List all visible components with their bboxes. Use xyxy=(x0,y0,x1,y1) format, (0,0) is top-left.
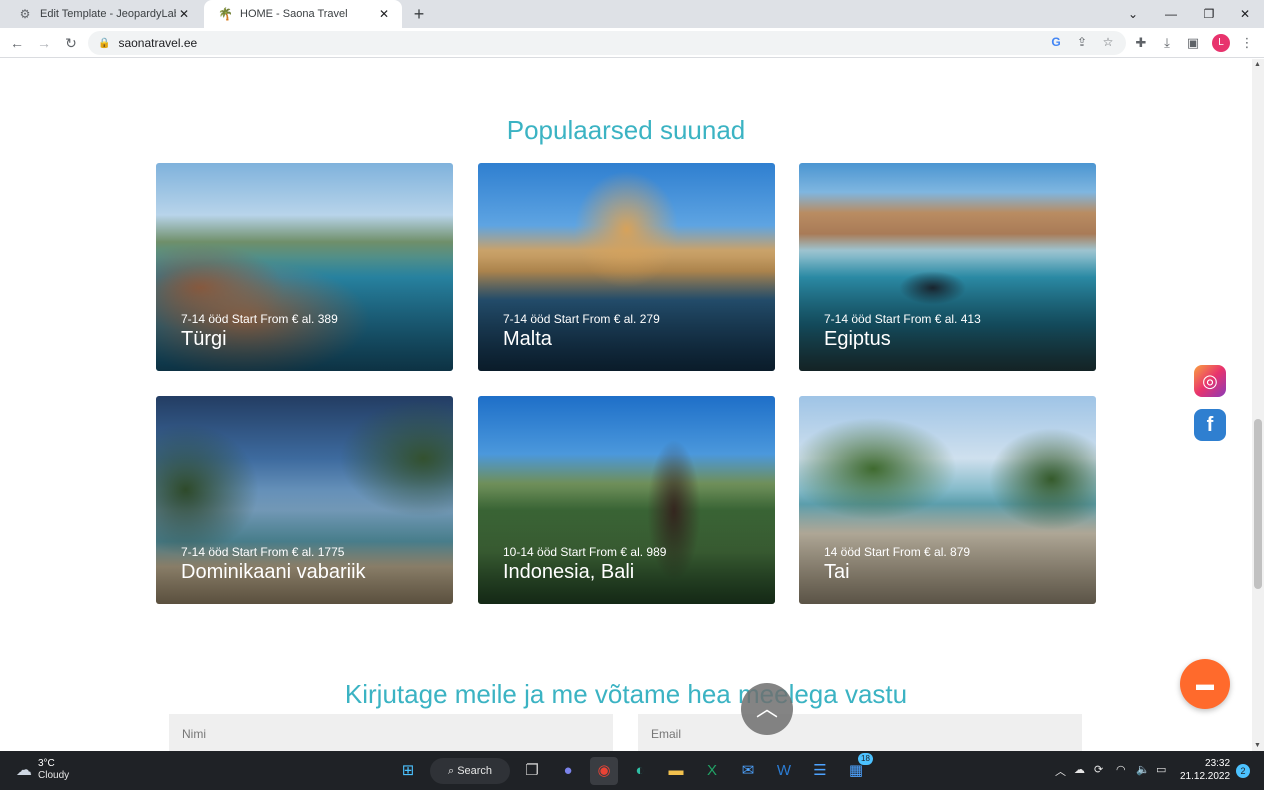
side-panel-icon[interactable]: ▣ xyxy=(1183,33,1203,53)
task-view-icon[interactable]: ❐ xyxy=(518,757,546,785)
web-page: Populaarsed suunad 7-14 ööd Start From €… xyxy=(0,59,1252,751)
menu-dots-icon[interactable]: ⋮ xyxy=(1237,33,1257,53)
address-url: saonatravel.ee xyxy=(118,36,198,50)
word-icon[interactable]: W xyxy=(770,757,798,785)
scroll-down-icon[interactable]: ▼ xyxy=(1254,742,1261,749)
address-bar[interactable]: 🔒 saonatravel.ee xyxy=(88,31,1126,55)
window-close-icon[interactable]: ✕ xyxy=(1226,0,1264,28)
page-scrollbar[interactable]: ▲ ▼ xyxy=(1252,59,1264,751)
destination-card-malta[interactable]: 7-14 ööd Start From € al. 279 Malta xyxy=(478,163,775,371)
avatar[interactable]: L xyxy=(1212,34,1230,52)
excel-icon[interactable]: X xyxy=(698,757,726,785)
forward-icon[interactable]: → xyxy=(33,32,55,54)
windows-start-icon[interactable]: ⊞ xyxy=(394,757,422,785)
taskbar-search[interactable]: ⌕ Search xyxy=(430,758,510,784)
contact-title: Kirjutage meile ja me võtame hea meelega… xyxy=(344,679,908,709)
chrome-icon[interactable]: ◉ xyxy=(590,757,618,785)
bookmark-star-icon[interactable]: ☆ xyxy=(1098,32,1118,52)
system-clock[interactable]: 23:32 21.12.2022 xyxy=(1180,757,1230,783)
card-meta: 10-14 ööd Start From € al. 989 xyxy=(503,545,667,559)
card-meta: 7-14 ööd Start From € al. 413 xyxy=(824,312,981,326)
destination-card-turkey[interactable]: 7-14 ööd Start From € al. 389 Türgi xyxy=(156,163,453,371)
clock-date: 21.12.2022 xyxy=(1180,771,1231,782)
close-icon[interactable]: ✕ xyxy=(376,7,392,21)
teams-chat-icon[interactable]: ● xyxy=(554,757,582,785)
plus-icon[interactable]: + xyxy=(408,4,430,24)
store-badge: 18 xyxy=(858,753,873,765)
tab-title: Edit Template - JeopardyLabs xyxy=(40,8,176,20)
card-meta: 7-14 ööd Start From € al. 279 xyxy=(503,312,660,326)
card-name: Türgi xyxy=(181,328,227,350)
file-explorer-icon[interactable]: ▬ xyxy=(662,757,690,785)
destination-card-thailand[interactable]: 14 ööd Start From € al. 879 Tai xyxy=(799,396,1096,604)
chevron-down-icon[interactable]: ⌄ xyxy=(1114,0,1152,28)
extensions-icon[interactable]: ✚ xyxy=(1131,33,1151,53)
scroll-up-icon[interactable]: ▲ xyxy=(1254,61,1261,68)
destination-card-egypt[interactable]: 7-14 ööd Start From € al. 413 Egiptus xyxy=(799,163,1096,371)
card-name: Malta xyxy=(503,328,552,350)
destination-card-bali[interactable]: 10-14 ööd Start From € al. 989 Indonesia… xyxy=(478,396,775,604)
reload-icon[interactable]: ↻ xyxy=(60,32,82,54)
wifi-icon[interactable]: ◠ xyxy=(1116,763,1126,776)
search-icon: ⌕ xyxy=(447,765,455,777)
email-field[interactable]: Email xyxy=(638,714,1082,751)
card-meta: 14 ööd Start From € al. 879 xyxy=(824,545,971,559)
card-name: Dominikaani vabariik xyxy=(181,561,366,583)
tab-title: HOME - Saona Travel xyxy=(240,8,348,20)
gear-icon: ⚙ xyxy=(19,7,31,21)
card-meta: 7-14 ööd Start From € al. 389 xyxy=(181,312,338,326)
back-icon[interactable]: ← xyxy=(6,32,28,54)
scroll-to-top-button[interactable]: ︿ xyxy=(741,683,793,735)
facebook-icon[interactable]: f xyxy=(1194,409,1226,441)
tab-bar: ⚙ Edit Template - JeopardyLabs ✕ 🌴 HOME … xyxy=(0,0,1264,28)
notepad-icon[interactable]: ☰ xyxy=(806,757,834,785)
close-icon[interactable]: ✕ xyxy=(176,7,192,21)
battery-icon[interactable]: ▭ xyxy=(1156,763,1166,776)
browser-toolbar: ← → ↻ 🔒 saonatravel.ee G ⇪ ☆ ✚ ⤓ ▣ L ⋮ xyxy=(0,28,1264,58)
volume-icon[interactable]: 🔈 xyxy=(1136,763,1150,776)
tab-saona-travel[interactable]: 🌴 HOME - Saona Travel ✕ xyxy=(204,0,402,28)
sync-icon[interactable]: ⟳ xyxy=(1094,763,1103,776)
taskbar: ☁ 3°C Cloudy ⊞ ⌕ Search ❐ ● ◉ ◐ ▬ X ✉ W … xyxy=(0,751,1264,790)
search-label: Search xyxy=(457,765,493,777)
weather-widget[interactable]: ☁ 3°C Cloudy xyxy=(16,758,69,782)
card-name: Indonesia, Bali xyxy=(503,561,635,583)
chat-bubble-icon: ▬ xyxy=(1196,674,1214,694)
cloud-icon: ☁ xyxy=(16,762,32,779)
clock-time: 23:32 xyxy=(1205,758,1231,769)
section-title: Populaarsed suunad xyxy=(506,115,746,145)
weather-temp: 3°C xyxy=(38,758,55,769)
chat-button[interactable]: ▬ xyxy=(1180,659,1230,709)
mail-icon[interactable]: ✉ xyxy=(734,757,762,785)
card-meta: 7-14 ööd Start From € al. 1775 xyxy=(181,545,345,559)
weather-desc: Cloudy xyxy=(38,770,70,781)
minimize-icon[interactable]: — xyxy=(1152,0,1190,28)
scrollbar-thumb[interactable] xyxy=(1254,419,1262,589)
tab-jeopardylabs[interactable]: ⚙ Edit Template - JeopardyLabs ✕ xyxy=(4,0,202,28)
chevron-up-icon: ︿ xyxy=(755,696,778,721)
palm-icon: 🌴 xyxy=(218,7,233,21)
name-field[interactable]: Nimi xyxy=(169,714,613,751)
card-name: Egiptus xyxy=(824,328,891,350)
instagram-icon[interactable]: ◎ xyxy=(1194,365,1226,397)
lock-icon[interactable]: 🔒 xyxy=(98,38,110,49)
notification-badge[interactable]: 2 xyxy=(1236,764,1250,778)
store-icon[interactable]: ▦ 18 xyxy=(842,753,873,785)
onedrive-icon[interactable]: ☁ xyxy=(1074,763,1085,776)
restore-icon[interactable]: ❐ xyxy=(1190,0,1228,28)
download-icon[interactable]: ⤓ xyxy=(1157,33,1177,53)
edge-icon[interactable]: ◐ xyxy=(626,757,654,785)
chevron-up-icon[interactable]: ︿ xyxy=(1055,763,1066,779)
card-name: Tai xyxy=(824,561,850,583)
google-icon[interactable]: G xyxy=(1046,32,1066,52)
share-icon[interactable]: ⇪ xyxy=(1072,32,1092,52)
destination-card-dominican[interactable]: 7-14 ööd Start From € al. 1775 Dominikaa… xyxy=(156,396,453,604)
